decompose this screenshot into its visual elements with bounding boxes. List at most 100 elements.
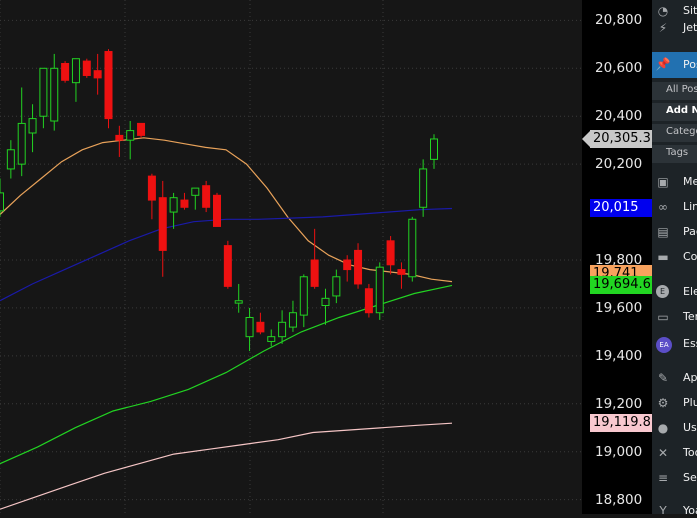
candle-up	[408, 218, 417, 278]
sidebar-item-label: Jetpack	[683, 21, 697, 34]
ea-icon: EA	[656, 337, 672, 353]
sidebar-item-label: Settings	[683, 471, 697, 484]
media-icon: ▣	[657, 175, 669, 189]
candle-up	[71, 58, 80, 84]
sidebar-item[interactable]: ▭ Templates	[652, 308, 697, 328]
candle-down	[310, 259, 319, 287]
sidebar-item[interactable]: ▣ Media	[652, 173, 697, 193]
pin-icon: 📌	[655, 57, 671, 71]
candle-down	[364, 288, 373, 314]
comment-icon: ▬	[657, 250, 669, 264]
jetpack-icon: ⚡	[658, 21, 668, 35]
price-tick-label: 19,200	[595, 395, 643, 412]
price-tag: 20,305.3	[590, 129, 652, 148]
price-tag: 19,694.6	[590, 276, 652, 295]
chart-area[interactable]	[0, 0, 582, 514]
price-axis[interactable]: 20,800 20,600 20,400 20,200 19,800 19,600 19,4…	[582, 0, 652, 514]
link-icon: ∞	[658, 200, 668, 214]
elementor-icon: E	[656, 285, 669, 298]
candle-up	[332, 276, 341, 297]
sidebar-item[interactable]: Y Yoast SEO	[652, 502, 697, 514]
sidebar-item[interactable]: ▤ Pages	[652, 223, 697, 243]
candle-down	[115, 134, 124, 141]
candle-up	[419, 168, 428, 208]
candle-up	[234, 300, 243, 304]
sidebar-item-label: Links	[683, 200, 697, 213]
price-tick-label: 18,800	[595, 491, 643, 508]
candle-up	[0, 192, 4, 212]
sidebar-subitem[interactable]: Tags	[652, 145, 697, 163]
candle-down	[137, 122, 146, 136]
candle-up	[299, 276, 308, 316]
candle-up	[278, 321, 287, 338]
settings-icon: ≡	[657, 471, 669, 485]
user-icon: ●	[657, 421, 669, 435]
sidebar-item-label: Plugins	[683, 396, 697, 409]
price-tick-label: 19,000	[595, 443, 643, 460]
sidebar-subitem[interactable]: All Posts	[652, 82, 697, 100]
candle-up	[321, 297, 330, 307]
price-tick-label: 20,800	[595, 12, 643, 29]
candle-down	[386, 240, 395, 266]
folder-icon: ▭	[657, 310, 669, 324]
sidebar-item[interactable]: ✕ Tools	[652, 444, 697, 464]
candle-up	[28, 118, 37, 134]
candle-down	[104, 51, 113, 120]
price-tick-label: 19,400	[595, 347, 643, 364]
price-tick-label: 19,600	[595, 299, 643, 316]
sidebar-item-label: Templates	[683, 310, 697, 323]
sidebar-subitem-label: Add New	[666, 105, 697, 116]
sidebar-item-label: Media	[683, 175, 697, 188]
sidebar-item-label: Site	[683, 4, 697, 17]
candle-down	[180, 199, 189, 208]
candle-up	[245, 317, 254, 338]
sidebar-item[interactable]: ⚙ Plugins	[652, 394, 697, 414]
page-icon: ▤	[657, 225, 669, 239]
candle-down	[147, 175, 156, 201]
yoast-icon: Y	[659, 504, 667, 514]
sidebar-item-label: Essential Addons	[683, 337, 697, 350]
wrench-icon: ✕	[657, 446, 669, 460]
candle-down	[256, 321, 265, 333]
price-tag: 19,119.8	[590, 413, 652, 432]
candle-down	[93, 70, 102, 79]
candle-down	[354, 249, 363, 285]
candle-down	[61, 63, 70, 81]
sidebar-subitem[interactable]: Add New	[652, 103, 697, 121]
sidebar-subitem[interactable]: Categories	[652, 124, 697, 142]
candlestick-chart[interactable]	[0, 0, 582, 514]
moving-average-line	[0, 422, 453, 510]
sidebar-item[interactable]: ✎ Appearance	[652, 369, 697, 389]
price-tick-label: 20,200	[595, 156, 643, 173]
sidebar-item[interactable]: ∞ Links	[652, 198, 697, 218]
price-tick-label: 20,400	[595, 108, 643, 125]
candle-down	[158, 197, 167, 251]
sidebar-item[interactable]: ● Users	[652, 419, 697, 439]
sidebar-subitem-label: Categories	[666, 126, 697, 137]
candle-up	[375, 266, 384, 314]
sidebar-item-label: Users	[683, 421, 697, 434]
sidebar-item[interactable]: ⚡ Jetpack	[652, 19, 697, 39]
sidebar-item-label: Yoast SEO	[683, 504, 697, 514]
candle-up	[267, 336, 276, 342]
sidebar-item[interactable]: 📌 Posts	[652, 52, 697, 78]
brush-icon: ✎	[657, 371, 669, 385]
candle-down	[343, 259, 352, 271]
sidebar-item[interactable]: ▬ Comments	[652, 248, 697, 268]
price-tick-label: 20,600	[595, 60, 643, 77]
sidebar-subitem-label: All Posts	[666, 84, 697, 95]
candle-up	[50, 67, 59, 122]
candle-down	[82, 60, 91, 76]
price-tag: 20,015	[590, 199, 652, 218]
candle-up	[6, 149, 15, 170]
sidebar-item[interactable]: ≡ Settings	[652, 469, 697, 489]
plugin-icon: ⚙	[657, 396, 669, 410]
admin-sidebar: ◔ Site ⚡ Jetpack 📌 Posts All Posts Add New Categ…	[652, 0, 697, 514]
candle-up	[126, 130, 135, 141]
candle-up	[191, 187, 200, 196]
sidebar-item[interactable]: EA Essential Addons	[652, 335, 697, 355]
candle-up	[39, 67, 48, 117]
sidebar-item[interactable]: E Elementor	[652, 283, 697, 303]
candle-down	[223, 245, 232, 287]
sidebar-item-label: Comments	[683, 250, 697, 263]
